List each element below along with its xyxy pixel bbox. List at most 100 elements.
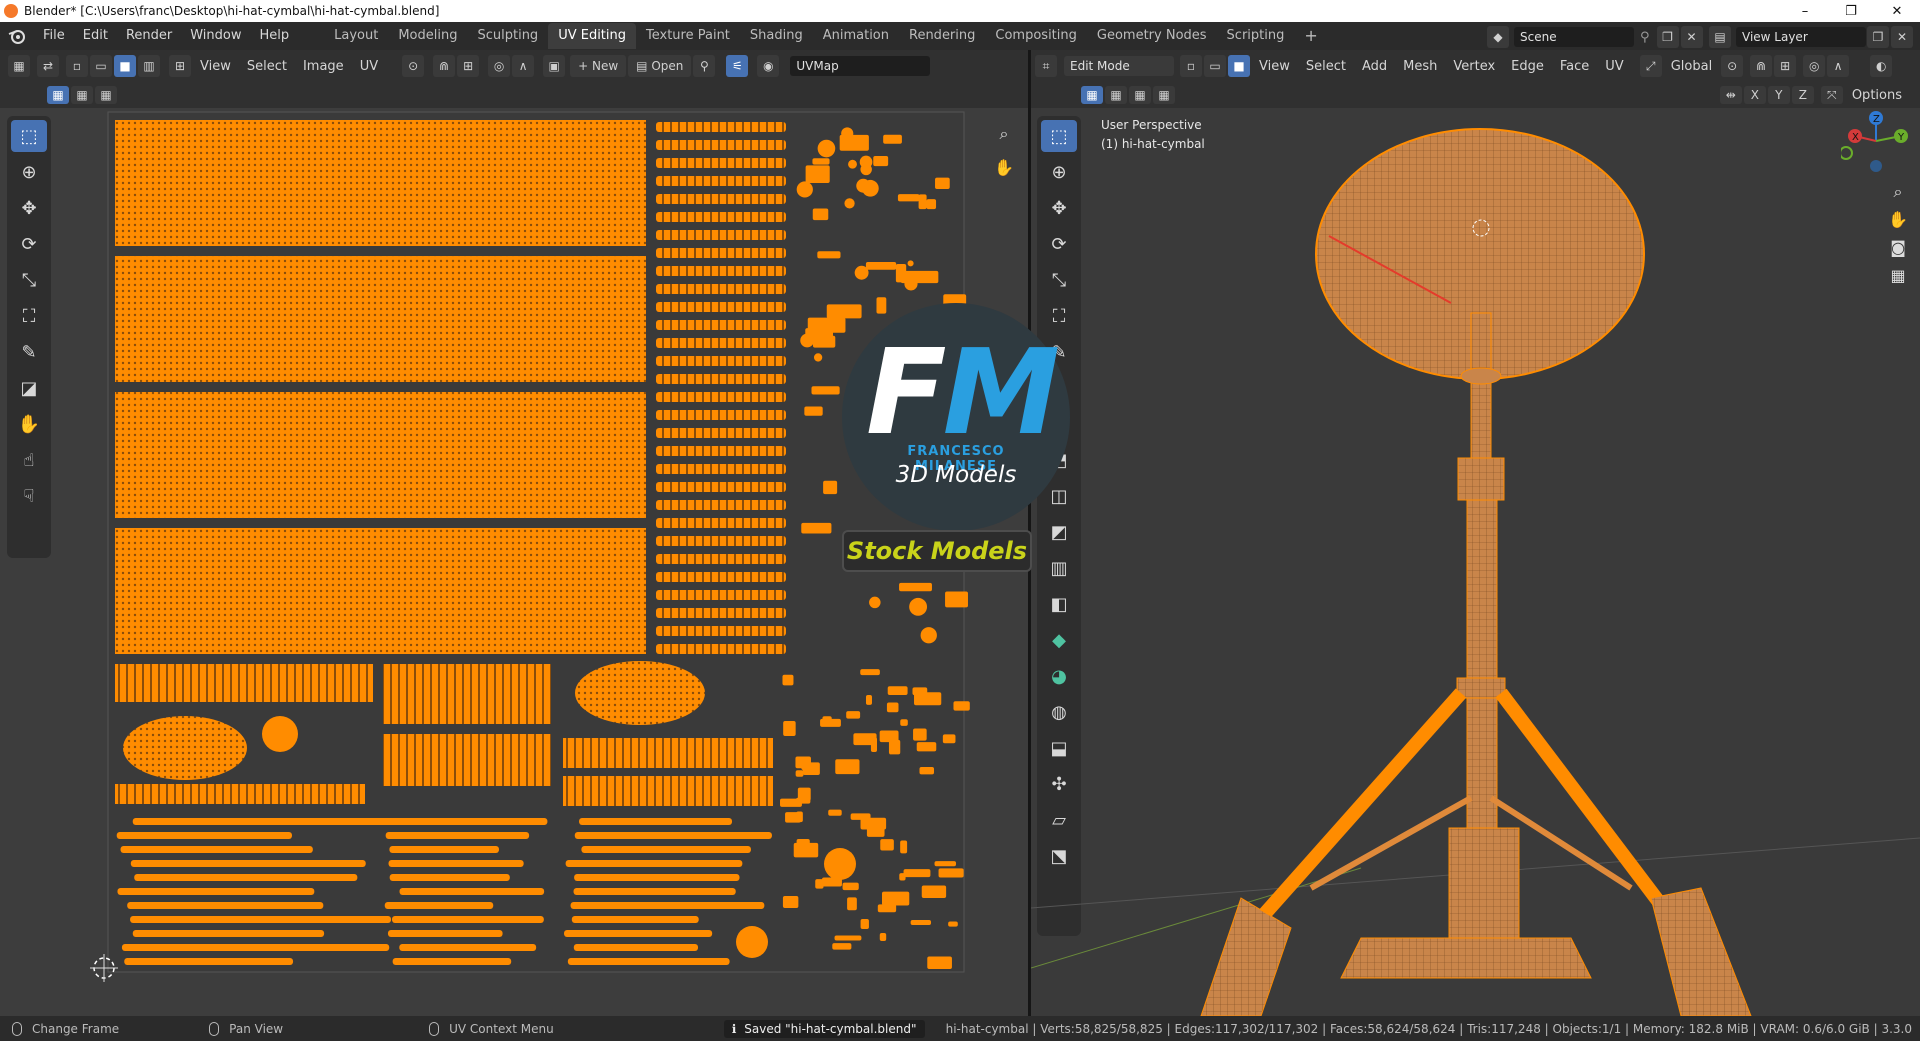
ortho-toggle-icon[interactable]: ▦ [1883, 262, 1913, 290]
vp-zoom-icon[interactable]: ⌕ [1883, 178, 1913, 206]
vp-menu-edge[interactable]: Edge [1503, 59, 1552, 74]
orientation-icon[interactable]: ⤢ [1639, 55, 1662, 77]
vp-menu-face[interactable]: Face [1552, 59, 1597, 74]
status-saved-report[interactable]: ℹ Saved "hi-hat-cymbal.blend" [723, 1019, 925, 1038]
sync-selection-icon[interactable]: ⇄ [37, 55, 59, 77]
new-image-button[interactable]: + New [570, 55, 627, 77]
pin-icon[interactable]: ⚲ [1640, 30, 1650, 45]
uv-island [817, 251, 841, 259]
view-layer-icon[interactable]: ▤ [1709, 26, 1731, 48]
tab-texture-paint[interactable]: Texture Paint [636, 23, 740, 49]
vp-select-subtract-icon[interactable]: ▦ [1129, 86, 1151, 104]
scene-icon[interactable]: ◆ [1487, 26, 1509, 48]
edge-select-icon[interactable]: ▭ [90, 55, 112, 77]
menu-help[interactable]: Help [251, 22, 299, 50]
island-select-icon[interactable]: ▥ [138, 55, 160, 77]
new-scene-icon[interactable]: ❐ [1656, 26, 1679, 48]
viewport-vertex-mode-icon[interactable]: ▫ [1180, 55, 1202, 77]
snap-icon[interactable]: ⋒ [433, 55, 456, 77]
tab-shading[interactable]: Shading [740, 23, 813, 49]
pan-icon[interactable]: ✋ [990, 154, 1018, 182]
close-button[interactable]: ✕ [1874, 0, 1920, 22]
vp-menu-view[interactable]: View [1251, 59, 1298, 74]
mirror-z-toggle[interactable]: Z [1791, 86, 1814, 104]
hi-hat-model[interactable] [1031, 108, 1920, 1016]
gizmo-toggle-icon[interactable]: ◉ [757, 55, 780, 77]
vp-menu-select[interactable]: Select [1298, 59, 1354, 74]
navigation-gizmo[interactable]: Z Y X [1841, 106, 1911, 176]
vp-snap-target-icon[interactable]: ⊞ [1774, 55, 1797, 77]
vertex-select-icon[interactable]: ▫ [66, 55, 88, 77]
menu-render[interactable]: Render [117, 22, 181, 50]
vp-select-invert-icon[interactable]: ▦ [1153, 86, 1175, 104]
orientation-select[interactable]: Global [1663, 59, 1720, 74]
vp-select-extend-icon[interactable]: ▦ [1105, 86, 1127, 104]
tab-uv-editing[interactable]: UV Editing [548, 23, 637, 49]
tab-geometry-nodes[interactable]: Geometry Nodes [1087, 23, 1217, 49]
viewport-edge-mode-icon[interactable]: ▭ [1204, 55, 1226, 77]
vp-menu-add[interactable]: Add [1354, 59, 1395, 74]
uv-editor-header: ▦ ⇄ ▫ ▭ ■ ▥ ⊞ View Select Image UV ⊙ ⋒ ⊞… [0, 50, 1028, 82]
editor-type-icon[interactable]: ▦ [8, 55, 30, 77]
tab-layout[interactable]: Layout [324, 23, 388, 49]
uv-mode-subtract-icon[interactable]: ▦ [95, 86, 117, 104]
vp-menu-mesh[interactable]: Mesh [1395, 59, 1445, 74]
vp-select-new-icon[interactable]: ▦ [1081, 86, 1103, 104]
vp-proportional-icon[interactable]: ◎ [1803, 55, 1826, 77]
sticky-selection-icon[interactable]: ⊞ [169, 55, 191, 77]
add-workspace-icon[interactable]: + [1294, 23, 1327, 49]
uv-mode-new-icon[interactable]: ▦ [47, 86, 69, 104]
delete-view-layer-icon[interactable]: ✕ [1891, 26, 1913, 48]
uvmap-field[interactable]: UVMap [790, 56, 931, 76]
tab-sculpting[interactable]: Sculpting [467, 23, 548, 49]
uv-menu-select[interactable]: Select [239, 59, 295, 74]
zoom-icon[interactable]: ⌕ [990, 120, 1018, 148]
pivot-icon[interactable]: ⊙ [402, 55, 425, 77]
viewport-editor-type-icon[interactable]: ⌗ [1035, 55, 1057, 77]
tab-scripting[interactable]: Scripting [1217, 23, 1295, 49]
blender-menu-icon[interactable] [0, 28, 34, 44]
scene-field[interactable]: Scene [1514, 27, 1634, 47]
vp-visibility-icon[interactable]: ◐ [1870, 55, 1893, 77]
falloff-icon[interactable]: ∧ [512, 55, 535, 77]
tab-compositing[interactable]: Compositing [985, 23, 1087, 49]
menu-edit[interactable]: Edit [74, 22, 117, 50]
view-layer-field[interactable]: View Layer [1736, 27, 1866, 47]
restore-button[interactable]: ❐ [1828, 0, 1874, 22]
tab-animation[interactable]: Animation [813, 23, 899, 49]
mode-select[interactable]: Edit Mode [1064, 56, 1174, 76]
vp-pan-icon[interactable]: ✋ [1883, 206, 1913, 234]
vp-snap-icon[interactable]: ⋒ [1750, 55, 1773, 77]
menu-window[interactable]: Window [181, 22, 250, 50]
auto-merge-icon[interactable]: ⤧ [1820, 86, 1843, 104]
image-browse-icon[interactable]: ▣ [543, 55, 566, 77]
vp-falloff-icon[interactable]: ∧ [1827, 55, 1850, 77]
uv-menu-uv[interactable]: UV [352, 59, 386, 74]
menu-file[interactable]: File [34, 22, 74, 50]
proportional-edit-icon[interactable]: ◎ [488, 55, 511, 77]
uv-menu-image[interactable]: Image [295, 59, 352, 74]
uv-mode-extend-icon[interactable]: ▦ [71, 86, 93, 104]
minimize-button[interactable]: – [1782, 0, 1828, 22]
snap-target-icon[interactable]: ⊞ [457, 55, 480, 77]
mirror-x-toggle[interactable]: X [1743, 86, 1766, 104]
viewport-face-mode-icon[interactable]: ■ [1228, 55, 1250, 77]
uv-menu-view[interactable]: View [192, 59, 239, 74]
pin-image-icon[interactable]: ⚲ [693, 55, 716, 77]
mirror-icon[interactable]: ⇹ [1719, 86, 1742, 104]
new-view-layer-icon[interactable]: ❐ [1867, 26, 1889, 48]
uv-island [581, 846, 751, 853]
tab-modeling[interactable]: Modeling [388, 23, 467, 49]
tab-rendering[interactable]: Rendering [899, 23, 985, 49]
vp-menu-vertex[interactable]: Vertex [1445, 59, 1503, 74]
camera-view-icon[interactable]: ◙ [1883, 234, 1913, 262]
3d-viewport[interactable]: ⬚ ⊕ ✥ ⟳ ⤡ ⛶ ✎ ⊿ ▣ ⬒ ◫ ◩ ▥ ◧ ◆ ◕ ◍ ⬓ ✣ ▱ … [1031, 108, 1920, 1016]
vp-menu-uv[interactable]: UV [1597, 59, 1631, 74]
face-select-icon[interactable]: ■ [114, 55, 136, 77]
uv-display-icon[interactable]: ⚟ [726, 55, 749, 77]
vp-pivot-icon[interactable]: ⊙ [1721, 55, 1744, 77]
mirror-y-toggle[interactable]: Y [1767, 86, 1790, 104]
delete-scene-icon[interactable]: ✕ [1680, 26, 1703, 48]
open-image-button[interactable]: ▤ Open [628, 55, 692, 77]
options-menu[interactable]: Options [1844, 88, 1910, 103]
